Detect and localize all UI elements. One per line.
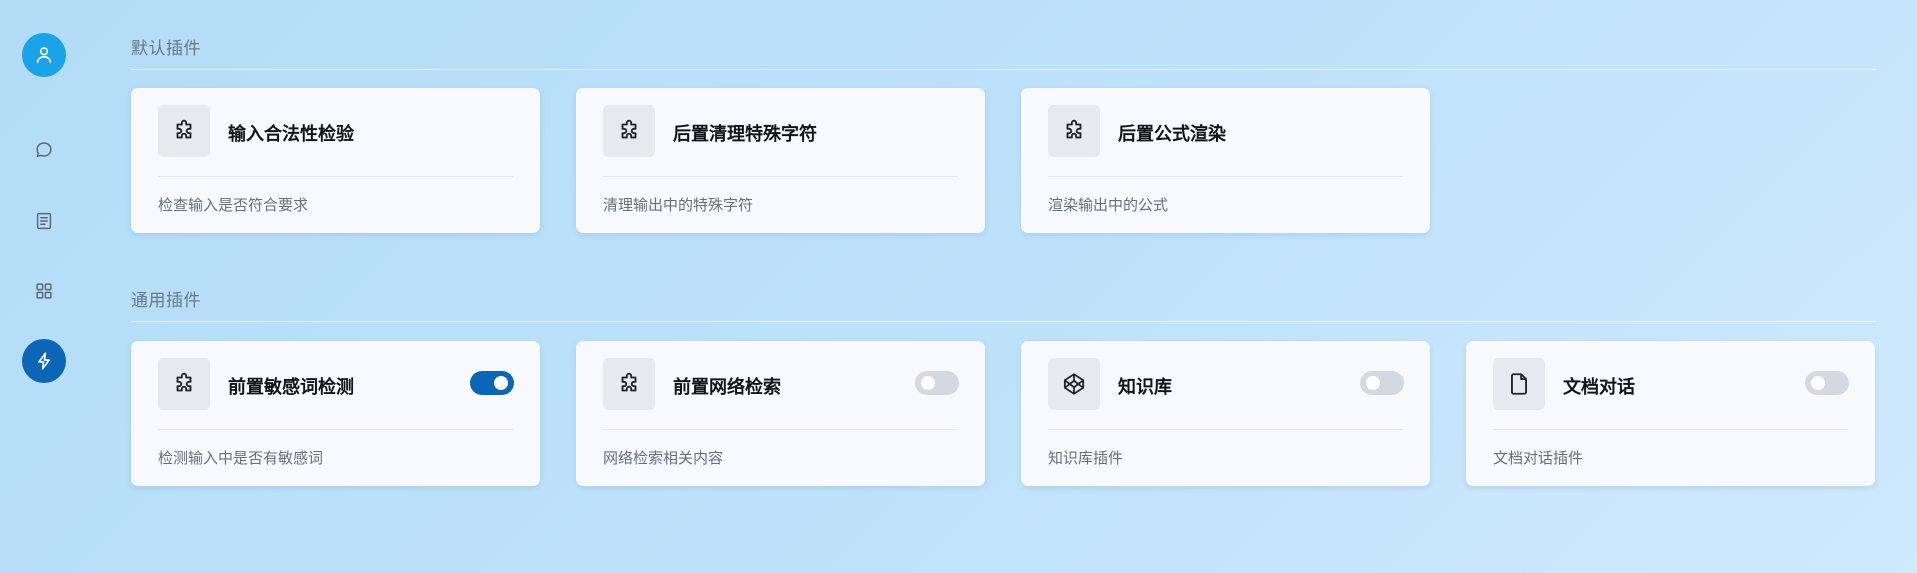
card-divider xyxy=(1048,176,1403,177)
puzzle-icon xyxy=(621,119,637,139)
puzzle-icon xyxy=(176,119,192,139)
plugin-description: 网络检索相关内容 xyxy=(603,449,724,467)
user-avatar-button[interactable] xyxy=(22,33,66,77)
toggle-knob xyxy=(494,376,508,390)
plugins-nav-button[interactable] xyxy=(22,339,66,383)
documents-nav-button[interactable] xyxy=(22,199,66,243)
plugin-description: 检查输入是否符合要求 xyxy=(158,196,309,214)
toggle-knob xyxy=(1811,376,1825,390)
user-icon xyxy=(36,47,52,64)
plugin-card[interactable]: 后置公式渲染 渲染输出中的公式 xyxy=(1021,88,1430,233)
card-divider xyxy=(603,429,958,430)
plugin-enable-toggle[interactable] xyxy=(470,371,514,395)
plugin-icon-box xyxy=(603,358,655,410)
plugin-title: 后置清理特殊字符 xyxy=(673,124,817,145)
grid-icon xyxy=(36,283,52,299)
apps-nav-button[interactable] xyxy=(22,269,66,313)
plugin-enable-toggle[interactable] xyxy=(1360,371,1404,395)
plugin-icon-box xyxy=(1048,358,1100,410)
plugin-card[interactable]: 知识库 知识库插件 xyxy=(1021,341,1430,486)
plugin-card[interactable]: 后置清理特殊字符 清理输出中的特殊字符 xyxy=(576,88,985,233)
plugin-icon-box xyxy=(1048,105,1100,157)
section-title-general-plugins: 通用插件 xyxy=(131,291,201,311)
plugin-card[interactable]: 前置网络检索 网络检索相关内容 xyxy=(576,341,985,486)
puzzle-icon xyxy=(621,372,637,392)
plugin-card[interactable]: 输入合法性检验 检查输入是否符合要求 xyxy=(131,88,540,233)
plugin-icon-box xyxy=(603,105,655,157)
plugin-description: 知识库插件 xyxy=(1048,449,1124,467)
plugin-title: 文档对话 xyxy=(1563,377,1635,398)
plugin-description: 检测输入中是否有敏感词 xyxy=(158,449,324,467)
card-divider xyxy=(603,176,958,177)
document-icon xyxy=(36,212,52,230)
plugin-title: 知识库 xyxy=(1118,377,1172,398)
puzzle-icon xyxy=(176,372,192,392)
chat-bubble-icon xyxy=(36,142,52,158)
chat-nav-button[interactable] xyxy=(22,128,66,172)
card-divider xyxy=(158,176,513,177)
toggle-knob xyxy=(921,376,935,390)
plugin-title: 前置敏感词检测 xyxy=(228,377,354,398)
card-divider xyxy=(158,429,513,430)
plugin-description: 清理输出中的特殊字符 xyxy=(603,196,754,214)
file-icon xyxy=(1511,373,1527,395)
plugin-title: 前置网络检索 xyxy=(673,377,781,398)
plugin-title: 后置公式渲染 xyxy=(1118,124,1226,145)
plugin-icon-box xyxy=(1493,358,1545,410)
card-divider xyxy=(1493,429,1848,430)
section-divider xyxy=(131,69,1876,70)
plugin-icon-box xyxy=(158,358,210,410)
section-title-default-plugins: 默认插件 xyxy=(131,39,201,59)
toggle-knob xyxy=(1366,376,1380,390)
puzzle-icon xyxy=(1066,119,1082,139)
sidebar xyxy=(0,0,88,573)
card-divider xyxy=(1048,429,1403,430)
plugin-card[interactable]: 前置敏感词检测 检测输入中是否有敏感词 xyxy=(131,341,540,486)
plugin-card[interactable]: 文档对话 文档对话插件 xyxy=(1466,341,1875,486)
plugin-enable-toggle[interactable] xyxy=(1805,371,1849,395)
plugin-description: 渲染输出中的公式 xyxy=(1048,196,1169,214)
codepen-cube-icon xyxy=(1063,373,1085,395)
plugin-description: 文档对话插件 xyxy=(1493,449,1584,467)
section-divider xyxy=(131,321,1876,322)
plugin-title: 输入合法性检验 xyxy=(228,124,354,145)
lightning-icon xyxy=(38,352,50,370)
plugin-enable-toggle[interactable] xyxy=(915,371,959,395)
plugin-icon-box xyxy=(158,105,210,157)
